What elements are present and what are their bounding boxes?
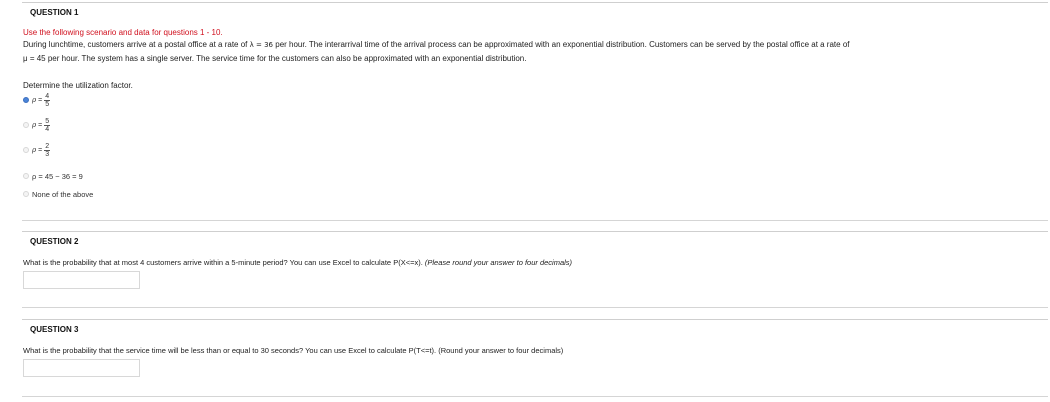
question-2-header: QUESTION 2 — [22, 231, 1048, 249]
option-rho-5-4[interactable]: ρ = 5 4 — [23, 116, 51, 134]
fraction-denominator: 4 — [45, 125, 50, 133]
equals-sign: = — [38, 121, 43, 129]
option-rho-4-5[interactable]: ρ = 4 5 — [23, 91, 51, 109]
question-3-bottom-divider — [22, 396, 1048, 397]
question-2-rounding-note: (Please round your answer to four decima… — [424, 258, 573, 267]
fraction: 2 3 — [44, 142, 51, 158]
question-2-prompt-text: What is the probability that at most 4 c… — [23, 258, 423, 267]
fraction-numerator: 4 — [44, 92, 51, 101]
question-3-prompt: What is the probability that the service… — [23, 346, 564, 355]
equals-sign: = — [38, 146, 43, 154]
scenario-line-1: During lunchtime, customers arrive at a … — [23, 40, 849, 49]
option-rho-difference[interactable]: ρ = 45 − 36 = 9 — [23, 167, 83, 185]
question-1-prompt: Determine the utilization factor. — [23, 81, 133, 90]
question-3-answer-input[interactable] — [23, 359, 140, 377]
lambda-value: λ = 36 — [249, 41, 274, 49]
fraction-numerator: 5 — [44, 117, 51, 126]
fraction-denominator: 3 — [45, 150, 50, 158]
rho-symbol: ρ — [32, 146, 37, 154]
radio-icon[interactable] — [23, 147, 29, 153]
option-text: None of the above — [32, 189, 94, 199]
radio-icon[interactable] — [23, 191, 29, 197]
fraction-denominator: 5 — [45, 100, 50, 108]
radio-selected-icon[interactable] — [23, 97, 29, 103]
question-1-header: QUESTION 1 — [22, 2, 1048, 20]
question-3-title: QUESTION 3 — [30, 325, 79, 334]
option-text: ρ = 45 − 36 = 9 — [32, 171, 83, 181]
question-2-title: QUESTION 2 — [30, 237, 79, 246]
option-none-of-the-above[interactable]: None of the above — [23, 185, 93, 203]
fraction-numerator: 2 — [44, 142, 51, 151]
scenario-intro: Use the following scenario and data for … — [23, 28, 223, 37]
question-1-title: QUESTION 1 — [30, 8, 79, 17]
rho-symbol: ρ — [32, 121, 37, 129]
question-2-answer-input[interactable] — [23, 271, 140, 289]
question-3-header: QUESTION 3 — [22, 319, 1048, 337]
scenario-line-1-end: per hour. The interarrival time of the a… — [275, 40, 850, 49]
question-2-bottom-divider — [22, 307, 1048, 308]
question-1-bottom-divider — [22, 220, 1048, 221]
option-rho-2-3[interactable]: ρ = 2 3 — [23, 141, 51, 159]
equals-sign: = — [38, 96, 43, 104]
question-2-prompt: What is the probability that at most 4 c… — [23, 258, 572, 267]
radio-icon[interactable] — [23, 173, 29, 179]
quiz-page: QUESTION 1 Use the following scenario an… — [0, 0, 1050, 402]
scenario-line-2: μ = 45 per hour. The system has a single… — [23, 54, 527, 63]
radio-icon[interactable] — [23, 122, 29, 128]
rho-symbol: ρ — [32, 96, 37, 104]
fraction: 4 5 — [44, 92, 51, 108]
scenario-line-1-start: During lunchtime, customers arrive at a … — [23, 40, 248, 49]
fraction: 5 4 — [44, 117, 51, 133]
